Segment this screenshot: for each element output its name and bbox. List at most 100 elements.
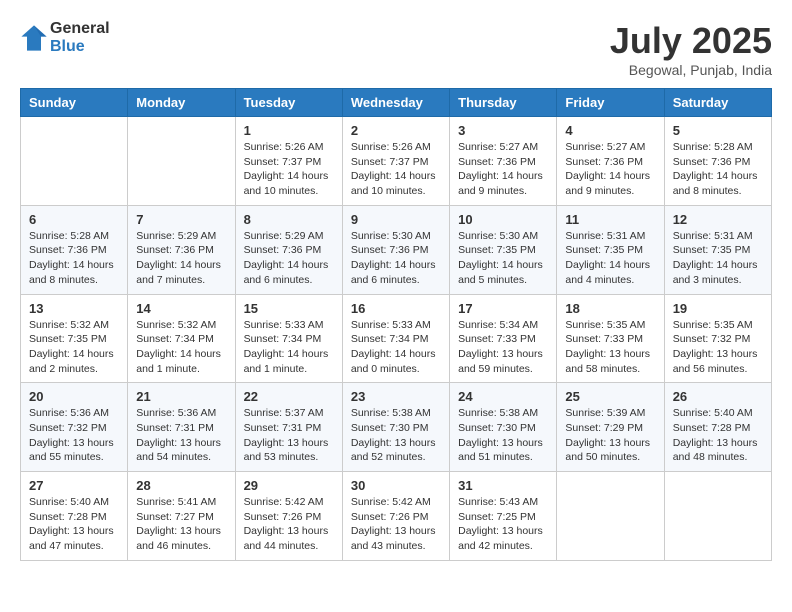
day-info: Sunrise: 5:27 AM Sunset: 7:36 PM Dayligh… <box>565 140 655 199</box>
logo-text: General Blue <box>50 20 110 56</box>
day-info: Sunrise: 5:31 AM Sunset: 7:35 PM Dayligh… <box>565 229 655 288</box>
day-number: 17 <box>458 301 548 316</box>
weekday-saturday: Saturday <box>664 89 771 117</box>
calendar-cell: 16 Sunrise: 5:33 AM Sunset: 7:34 PM Dayli… <box>342 294 449 383</box>
week-row-2: 6 Sunrise: 5:28 AM Sunset: 7:36 PM Daylig… <box>21 205 772 294</box>
day-number: 18 <box>565 301 655 316</box>
weekday-wednesday: Wednesday <box>342 89 449 117</box>
day-number: 24 <box>458 389 548 404</box>
calendar-cell: 30Sunrise: 5:42 AM Sunset: 7:26 PM Dayli… <box>342 472 449 561</box>
calendar-cell: 21 Sunrise: 5:36 AM Sunset: 7:31 PM Dayli… <box>128 383 235 472</box>
calendar-cell: 25Sunrise: 5:39 AM Sunset: 7:29 PM Dayli… <box>557 383 664 472</box>
day-info: Sunrise: 5:36 AM Sunset: 7:32 PM Dayligh… <box>29 406 119 465</box>
day-number: 21 <box>136 389 226 404</box>
day-number: 9 <box>351 212 441 227</box>
day-number: 31 <box>458 478 548 493</box>
weekday-tuesday: Tuesday <box>235 89 342 117</box>
page-header: General Blue July 2025 Begowal, Punjab, … <box>20 20 772 78</box>
calendar-cell: 19 Sunrise: 5:35 AM Sunset: 7:32 PM Dayli… <box>664 294 771 383</box>
day-number: 7 <box>136 212 226 227</box>
calendar-cell: 3Sunrise: 5:27 AM Sunset: 7:36 PM Daylig… <box>450 117 557 206</box>
day-info: Sunrise: 5:40 AM Sunset: 7:28 PM Dayligh… <box>29 495 119 554</box>
day-number: 13 <box>29 301 119 316</box>
calendar-cell: 9 Sunrise: 5:30 AM Sunset: 7:36 PM Daylig… <box>342 205 449 294</box>
day-info: Sunrise: 5:30 AM Sunset: 7:35 PM Dayligh… <box>458 229 548 288</box>
day-info: Sunrise: 5:29 AM Sunset: 7:36 PM Dayligh… <box>244 229 334 288</box>
calendar-table: SundayMondayTuesdayWednesdayThursdayFrid… <box>20 88 772 561</box>
week-row-5: 27 Sunrise: 5:40 AM Sunset: 7:28 PM Dayli… <box>21 472 772 561</box>
month-title: July 2025 <box>610 20 772 62</box>
day-info: Sunrise: 5:33 AM Sunset: 7:34 PM Dayligh… <box>244 318 334 377</box>
day-info: Sunrise: 5:28 AM Sunset: 7:36 PM Dayligh… <box>29 229 119 288</box>
logo-blue: Blue <box>50 38 85 55</box>
day-info: Sunrise: 5:32 AM Sunset: 7:35 PM Dayligh… <box>29 318 119 377</box>
calendar-cell: 14 Sunrise: 5:32 AM Sunset: 7:34 PM Dayli… <box>128 294 235 383</box>
day-info: Sunrise: 5:38 AM Sunset: 7:30 PM Dayligh… <box>351 406 441 465</box>
weekday-header-row: SundayMondayTuesdayWednesdayThursdayFrid… <box>21 89 772 117</box>
calendar-cell: 17Sunrise: 5:34 AM Sunset: 7:33 PM Dayli… <box>450 294 557 383</box>
calendar-cell: 15 Sunrise: 5:33 AM Sunset: 7:34 PM Dayli… <box>235 294 342 383</box>
day-info: Sunrise: 5:31 AM Sunset: 7:35 PM Dayligh… <box>673 229 763 288</box>
day-number: 29 <box>244 478 334 493</box>
calendar-cell <box>557 472 664 561</box>
day-info: Sunrise: 5:26 AM Sunset: 7:37 PM Dayligh… <box>244 140 334 199</box>
day-number: 20 <box>29 389 119 404</box>
day-number: 16 <box>351 301 441 316</box>
day-number: 30 <box>351 478 441 493</box>
day-info: Sunrise: 5:28 AM Sunset: 7:36 PM Dayligh… <box>673 140 763 199</box>
day-number: 4 <box>565 123 655 138</box>
weekday-thursday: Thursday <box>450 89 557 117</box>
day-number: 1 <box>244 123 334 138</box>
day-info: Sunrise: 5:29 AM Sunset: 7:36 PM Dayligh… <box>136 229 226 288</box>
weekday-sunday: Sunday <box>21 89 128 117</box>
calendar-cell: 5 Sunrise: 5:28 AM Sunset: 7:36 PM Daylig… <box>664 117 771 206</box>
day-info: Sunrise: 5:35 AM Sunset: 7:32 PM Dayligh… <box>673 318 763 377</box>
calendar-cell: 20 Sunrise: 5:36 AM Sunset: 7:32 PM Dayli… <box>21 383 128 472</box>
day-number: 26 <box>673 389 763 404</box>
logo-icon <box>20 24 48 52</box>
calendar-cell: 7 Sunrise: 5:29 AM Sunset: 7:36 PM Daylig… <box>128 205 235 294</box>
day-info: Sunrise: 5:36 AM Sunset: 7:31 PM Dayligh… <box>136 406 226 465</box>
location-subtitle: Begowal, Punjab, India <box>610 62 772 78</box>
day-info: Sunrise: 5:35 AM Sunset: 7:33 PM Dayligh… <box>565 318 655 377</box>
calendar-cell: 4 Sunrise: 5:27 AM Sunset: 7:36 PM Daylig… <box>557 117 664 206</box>
day-number: 14 <box>136 301 226 316</box>
day-info: Sunrise: 5:27 AM Sunset: 7:36 PM Dayligh… <box>458 140 548 199</box>
calendar-cell: 28 Sunrise: 5:41 AM Sunset: 7:27 PM Dayli… <box>128 472 235 561</box>
day-number: 8 <box>244 212 334 227</box>
day-number: 6 <box>29 212 119 227</box>
day-number: 28 <box>136 478 226 493</box>
day-number: 25 <box>565 389 655 404</box>
calendar-cell: 13 Sunrise: 5:32 AM Sunset: 7:35 PM Dayli… <box>21 294 128 383</box>
day-info: Sunrise: 5:26 AM Sunset: 7:37 PM Dayligh… <box>351 140 441 199</box>
day-info: Sunrise: 5:37 AM Sunset: 7:31 PM Dayligh… <box>244 406 334 465</box>
calendar-cell: 31 Sunrise: 5:43 AM Sunset: 7:25 PM Dayli… <box>450 472 557 561</box>
calendar-cell: 10 Sunrise: 5:30 AM Sunset: 7:35 PM Dayli… <box>450 205 557 294</box>
day-number: 11 <box>565 212 655 227</box>
day-info: Sunrise: 5:41 AM Sunset: 7:27 PM Dayligh… <box>136 495 226 554</box>
day-number: 12 <box>673 212 763 227</box>
weekday-monday: Monday <box>128 89 235 117</box>
day-number: 10 <box>458 212 548 227</box>
weekday-friday: Friday <box>557 89 664 117</box>
day-number: 19 <box>673 301 763 316</box>
calendar-cell: 8 Sunrise: 5:29 AM Sunset: 7:36 PM Daylig… <box>235 205 342 294</box>
calendar-cell: 29Sunrise: 5:42 AM Sunset: 7:26 PM Dayli… <box>235 472 342 561</box>
week-row-4: 20 Sunrise: 5:36 AM Sunset: 7:32 PM Dayli… <box>21 383 772 472</box>
week-row-1: 1 Sunrise: 5:26 AM Sunset: 7:37 PM Daylig… <box>21 117 772 206</box>
day-number: 15 <box>244 301 334 316</box>
day-number: 27 <box>29 478 119 493</box>
day-info: Sunrise: 5:33 AM Sunset: 7:34 PM Dayligh… <box>351 318 441 377</box>
calendar-cell: 22Sunrise: 5:37 AM Sunset: 7:31 PM Dayli… <box>235 383 342 472</box>
calendar-cell: 6 Sunrise: 5:28 AM Sunset: 7:36 PM Daylig… <box>21 205 128 294</box>
calendar-cell: 1 Sunrise: 5:26 AM Sunset: 7:37 PM Daylig… <box>235 117 342 206</box>
calendar-cell: 12 Sunrise: 5:31 AM Sunset: 7:35 PM Dayli… <box>664 205 771 294</box>
day-number: 5 <box>673 123 763 138</box>
calendar-cell <box>128 117 235 206</box>
day-info: Sunrise: 5:38 AM Sunset: 7:30 PM Dayligh… <box>458 406 548 465</box>
day-info: Sunrise: 5:43 AM Sunset: 7:25 PM Dayligh… <box>458 495 548 554</box>
day-number: 2 <box>351 123 441 138</box>
day-info: Sunrise: 5:32 AM Sunset: 7:34 PM Dayligh… <box>136 318 226 377</box>
day-info: Sunrise: 5:30 AM Sunset: 7:36 PM Dayligh… <box>351 229 441 288</box>
calendar-cell: 26Sunrise: 5:40 AM Sunset: 7:28 PM Dayli… <box>664 383 771 472</box>
